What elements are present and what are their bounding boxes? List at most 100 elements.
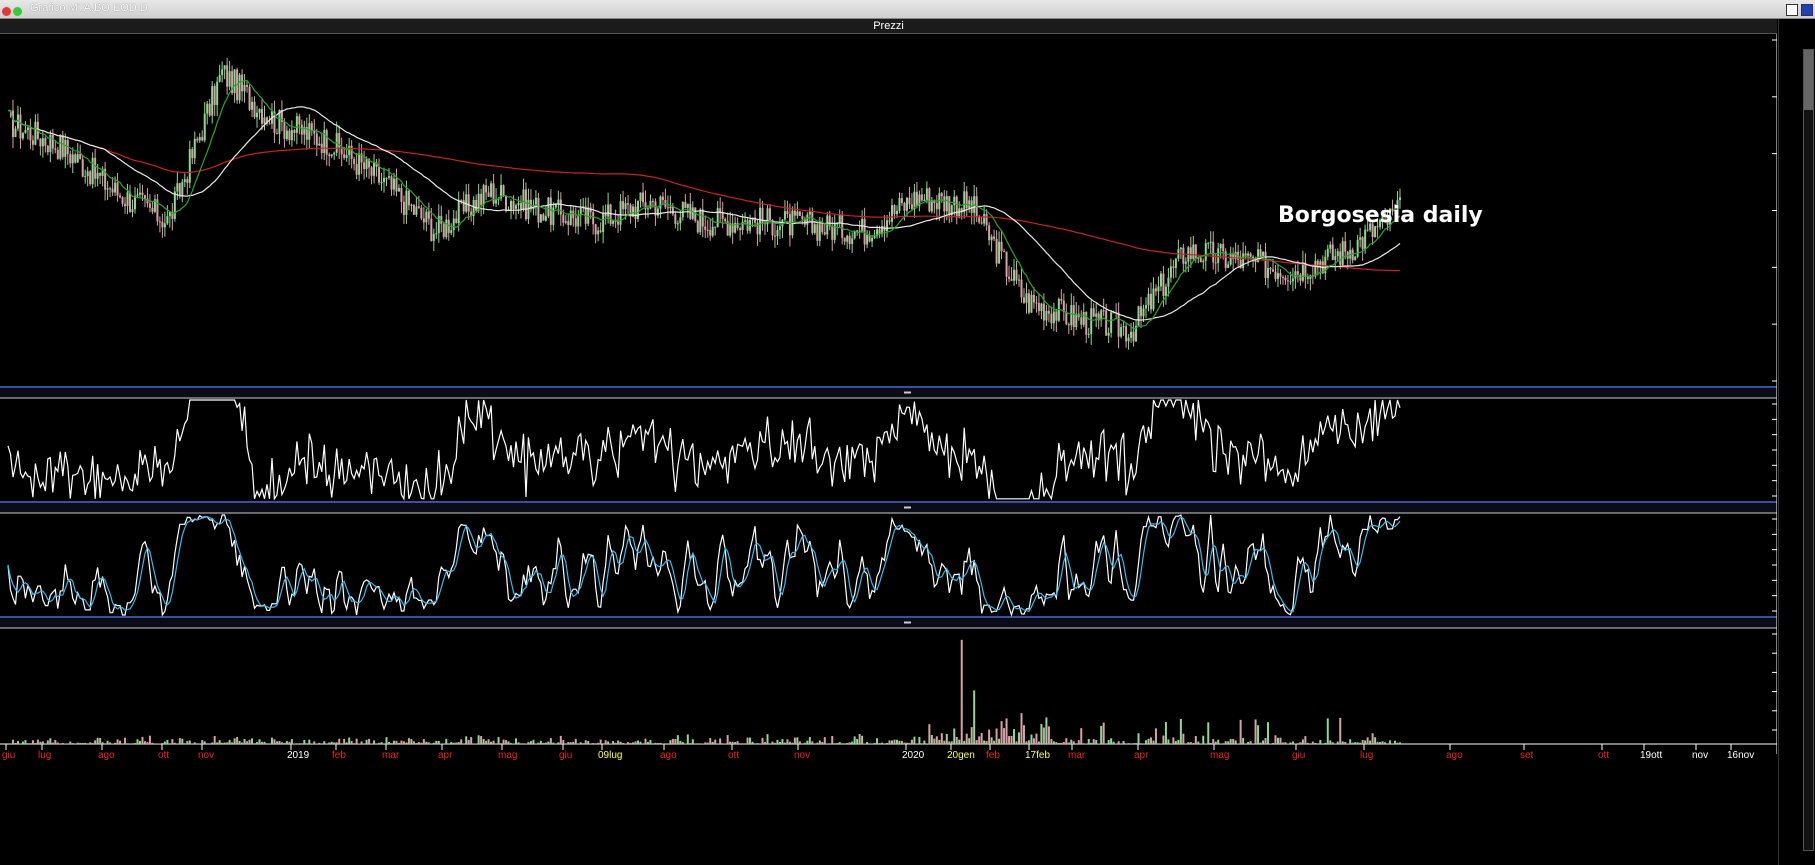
candle-body (1102, 310, 1105, 312)
candle-body (1272, 269, 1275, 272)
candle-body (998, 241, 1001, 264)
volume-bar (74, 743, 77, 744)
volume-bar (1194, 736, 1197, 744)
close-icon[interactable] (1801, 4, 1813, 16)
candle-body (1117, 312, 1120, 337)
volume-bar (1284, 742, 1287, 744)
candle-body (1336, 251, 1339, 257)
candle-body (1149, 293, 1152, 310)
x-tick-label: ott (1598, 750, 1609, 761)
candle-body (1281, 276, 1284, 278)
volume-bar (348, 737, 351, 744)
candle-body (1199, 257, 1202, 263)
volume-bar (816, 742, 819, 744)
candle-body (577, 215, 580, 227)
candle-body (39, 138, 42, 147)
candle-body (143, 195, 146, 199)
volume-bar (584, 740, 587, 744)
volume-bar (1207, 722, 1210, 744)
candle-body (607, 204, 610, 217)
volume-bar (1090, 742, 1093, 744)
volume-bar (260, 741, 263, 744)
candle-body (248, 86, 251, 110)
candle-body (442, 223, 445, 237)
volume-bar (69, 741, 72, 744)
volume-bar (1020, 713, 1023, 744)
x-tick-label: feb (986, 750, 1000, 761)
volume-bar (378, 742, 381, 744)
candle-body (592, 212, 595, 225)
candle-body (51, 134, 54, 149)
candle-body (510, 200, 513, 210)
volume-bar (788, 741, 791, 744)
volume-bar (1035, 733, 1038, 744)
volume-bar (858, 734, 861, 744)
candle-body (450, 230, 453, 233)
vertical-scrollbar[interactable] (1803, 49, 1814, 851)
candle-body (300, 124, 303, 135)
candle-body (246, 84, 249, 87)
volume-bar (778, 741, 781, 744)
candle-body (133, 195, 136, 210)
moving-average-short (7, 79, 1401, 330)
volume-bar (891, 740, 894, 744)
volume-bar (517, 742, 520, 744)
volume-bar (236, 736, 239, 744)
volume-bar (497, 737, 500, 744)
candle-body (1145, 305, 1148, 309)
candle-body (492, 183, 495, 204)
candle-body (1364, 229, 1367, 250)
volume-bar (838, 742, 841, 744)
candle-body (1107, 332, 1110, 336)
scrollbar-thumb[interactable] (1804, 50, 1813, 110)
volume-bar (1324, 742, 1327, 744)
candle-body (1366, 229, 1369, 231)
candle-body (1227, 264, 1230, 269)
candle-body (684, 202, 687, 208)
candle-body (744, 220, 747, 222)
candle-body (260, 108, 263, 124)
volume-bar (345, 742, 348, 744)
volume-bar (1257, 725, 1260, 744)
volume-bar (1164, 722, 1167, 744)
volume-bar (923, 740, 926, 744)
candle-body (457, 200, 460, 224)
candle-body (407, 190, 410, 206)
candle-body (1341, 241, 1344, 265)
volume-bar (552, 742, 555, 744)
volume-bar (275, 741, 278, 744)
volume-bar (1167, 739, 1170, 744)
candle-body (699, 209, 702, 233)
volume-bar (410, 739, 413, 744)
volume-bar (1321, 743, 1324, 744)
restore-icon[interactable] (1786, 4, 1798, 16)
volume-bar (699, 743, 702, 744)
candle-body (64, 139, 67, 157)
volume-bar (1294, 743, 1297, 744)
candle-body (1229, 254, 1232, 265)
volume-bar (983, 740, 986, 744)
candle-body (385, 177, 388, 179)
volume-bar (333, 742, 336, 744)
volume-bar (263, 741, 266, 744)
candle-body (709, 229, 712, 236)
candle-body (310, 123, 313, 131)
right-scroll-area (1778, 19, 1815, 865)
volume-bar (823, 737, 826, 744)
panel-separator (0, 617, 1777, 628)
candle-body (1154, 288, 1157, 292)
volume-bar (1214, 741, 1217, 744)
candle-body (1399, 197, 1401, 201)
volume-bar (1301, 739, 1304, 744)
volume-bar (990, 737, 993, 744)
volume-bar (51, 742, 54, 744)
candle-body (542, 214, 545, 221)
candle-body (639, 192, 642, 201)
candle-body (1301, 262, 1304, 281)
candle-body (353, 158, 356, 164)
volume-bar (283, 742, 286, 744)
candle-body (387, 176, 390, 178)
volume-bar (14, 742, 17, 744)
candle-body (778, 226, 781, 230)
candle-body (158, 221, 161, 223)
